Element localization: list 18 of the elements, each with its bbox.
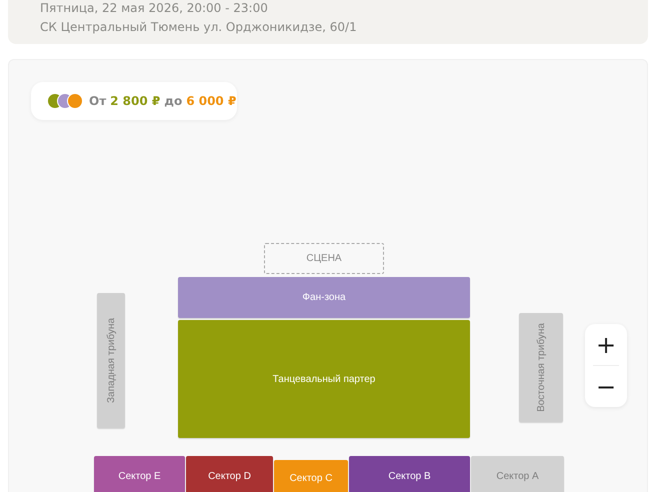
price-from-label: От <box>89 94 106 108</box>
price-to-label: до <box>164 94 182 108</box>
seating-section[interactable]: Фан-зона <box>178 277 470 318</box>
seating-section[interactable]: Сектор D <box>186 456 273 492</box>
stage-area: СЦЕНА <box>264 243 384 274</box>
event-date: Пятница, 22 мая 2026, 20:00 - 23:00 <box>40 0 269 17</box>
zoom-in-button[interactable]: + <box>585 324 627 365</box>
seating-section[interactable]: Сектор A <box>471 456 564 492</box>
stand-section[interactable]: Западная трибуна <box>97 293 125 428</box>
seating-section[interactable]: Сектор B <box>349 456 470 492</box>
seating-section[interactable]: Сектор E <box>94 456 185 492</box>
zoom-out-button[interactable]: − <box>585 366 627 407</box>
min-price: 2 800 ₽ <box>110 94 160 108</box>
seating-section[interactable]: Сектор C <box>274 460 348 492</box>
seating-section[interactable]: Танцевальный партер <box>178 320 470 438</box>
stand-section[interactable]: Восточная трибуна <box>519 313 563 422</box>
venue-address: СК Центральный Тюмень ул. Орджоникидзе, 60/1 <box>40 19 358 36</box>
max-price: 6 000 ₽ <box>186 94 236 108</box>
